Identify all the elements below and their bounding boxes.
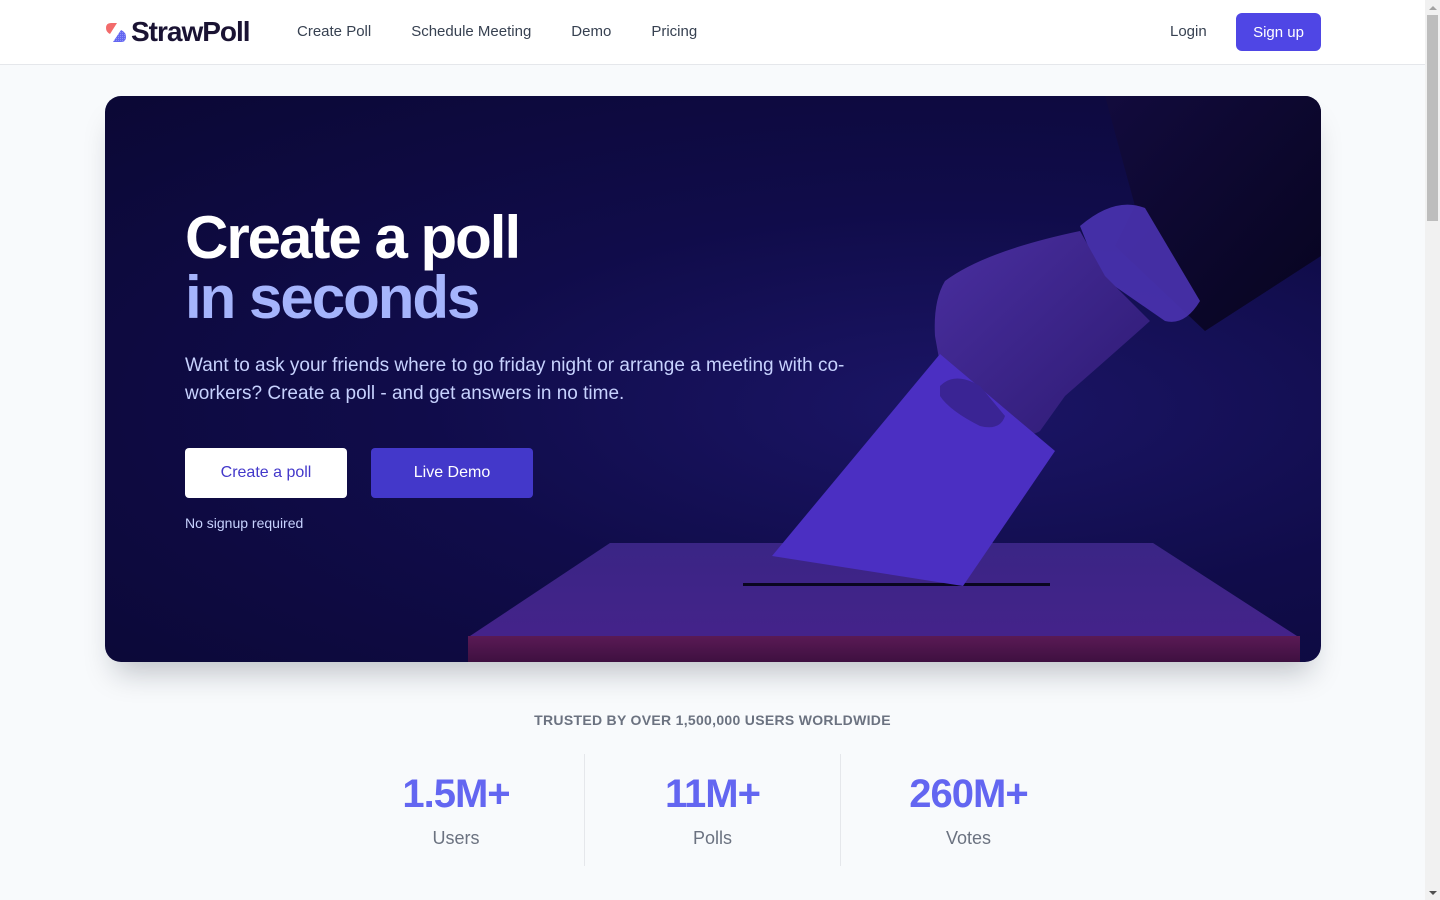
stat-value: 1.5M+ [402,772,510,816]
nav-create-poll[interactable]: Create Poll [297,22,371,42]
stats-row: 1.5M+ Users 11M+ Polls 260M+ Votes [328,754,1096,866]
stat-users: 1.5M+ Users [328,754,584,866]
login-link[interactable]: Login [1170,22,1207,42]
vertical-scrollbar[interactable] [1425,0,1440,900]
page: StrawPoll Create Poll Schedule Meeting D… [0,0,1425,900]
main-nav: Create Poll Schedule Meeting Demo Pricin… [297,22,697,42]
top-nav-bar: StrawPoll Create Poll Schedule Meeting D… [0,0,1425,65]
stat-value: 260M+ [909,772,1028,816]
stat-polls: 11M+ Polls [584,754,840,866]
scroll-down-button[interactable] [1425,885,1440,900]
arrow-down-icon [1428,890,1437,895]
hero-title: Create a poll in seconds [185,208,521,331]
live-demo-button[interactable]: Live Demo [371,448,533,498]
strawpoll-logo-link[interactable]: StrawPoll [104,16,251,47]
ballot-box-front [468,636,1300,662]
ballot-slot [743,583,1050,586]
hero-title-line2: in seconds [185,264,480,331]
create-poll-button[interactable]: Create a poll [185,448,347,498]
nav-schedule-meeting[interactable]: Schedule Meeting [411,22,531,42]
stat-label: Votes [945,828,992,848]
stat-votes: 260M+ Votes [840,754,1096,866]
no-signup-note: No signup required [185,515,304,531]
scroll-up-button[interactable] [1425,0,1440,15]
hero-subtitle: Want to ask your friends where to go fri… [185,355,845,404]
logo-text: StrawPoll [131,16,251,47]
scrollbar-thumb[interactable] [1427,15,1438,221]
nav-pricing[interactable]: Pricing [651,22,697,42]
stat-value: 11M+ [665,772,761,816]
hero-title-line1: Create a poll [185,204,521,271]
signup-button[interactable]: Sign up [1236,13,1321,51]
stat-label: Polls [692,828,732,848]
arrow-up-icon [1428,5,1437,10]
trusted-heading: TRUSTED BY OVER 1,500,000 USERS WORLDWID… [534,712,891,728]
stat-label: Users [432,828,480,848]
nav-demo[interactable]: Demo [571,22,611,42]
strawpoll-logo-icon [104,20,128,44]
hero-banner: Create a poll in seconds Want to ask you… [105,96,1321,662]
